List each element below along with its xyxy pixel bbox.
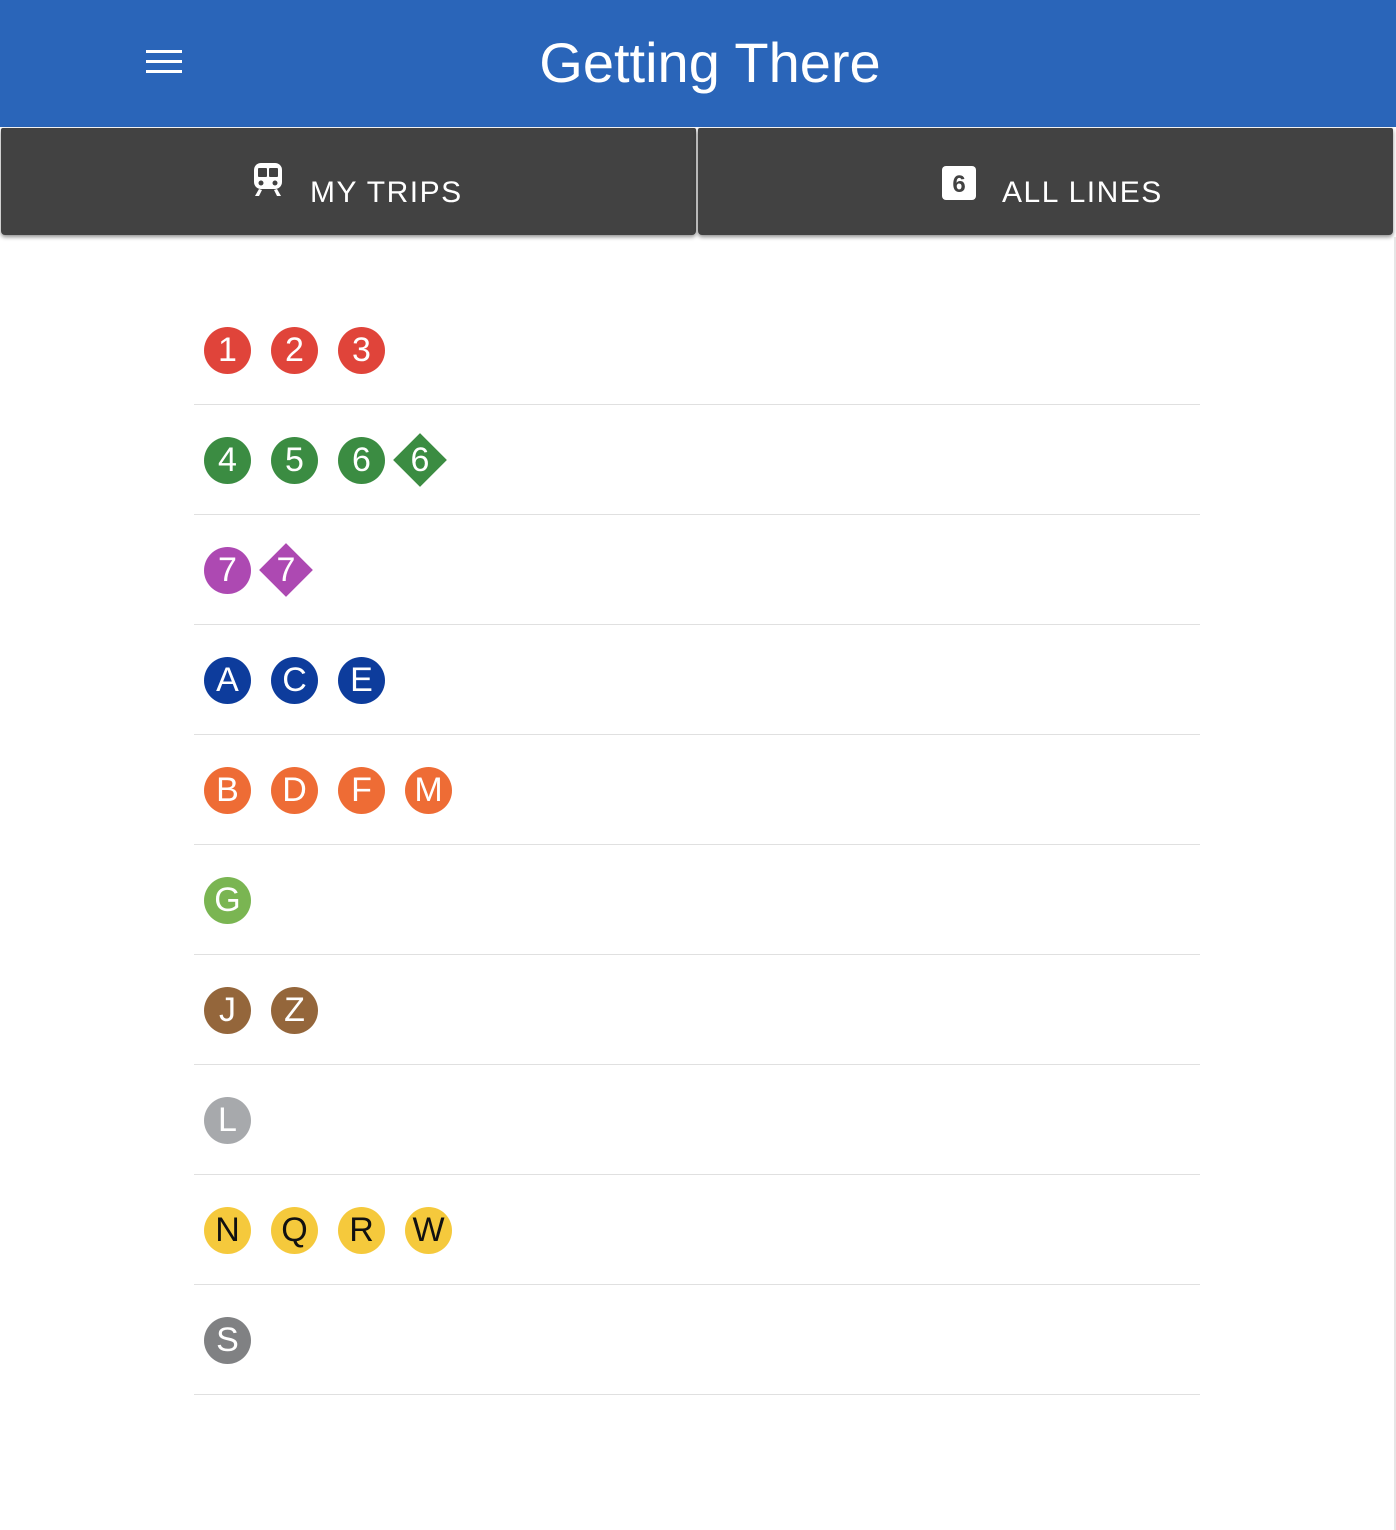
app-bar: Getting There xyxy=(0,0,1396,127)
train-icon xyxy=(251,162,285,203)
route-bullet: 4 xyxy=(204,436,251,484)
route-bullet: 5 xyxy=(271,436,318,484)
route-bullet: 6 xyxy=(338,436,385,484)
route-bullet: Q xyxy=(271,1206,318,1254)
route-bullet: W xyxy=(405,1206,452,1254)
line-group-row[interactable]: 77 xyxy=(194,515,1200,625)
route-bullet: 2 xyxy=(271,326,318,374)
bullet-label: 6 xyxy=(410,441,430,479)
route-bullet: N xyxy=(204,1206,251,1254)
tab-bar: MY TRIPS 6 ALL LINES xyxy=(0,127,1396,237)
bullet-label: 7 xyxy=(276,551,296,589)
route-bullet: 1 xyxy=(204,326,251,374)
tab-my-trips[interactable]: MY TRIPS xyxy=(1,128,696,235)
route-bullet: Z xyxy=(271,986,318,1034)
line-group-row[interactable]: NQRW xyxy=(194,1175,1200,1285)
route-bullet: 3 xyxy=(338,326,385,374)
line-bullets: 123 xyxy=(204,326,405,374)
line-bullets: BDFM xyxy=(204,766,472,814)
route-bullet: E xyxy=(338,656,385,704)
line-group-row[interactable]: L xyxy=(194,1065,1200,1175)
express-diamond-bullet: 6 xyxy=(393,433,447,487)
route-bullet: C xyxy=(271,656,318,704)
tab-all-lines-label: ALL LINES xyxy=(1002,176,1163,209)
line-group-row[interactable]: 123 xyxy=(194,295,1200,405)
route-bullet: D xyxy=(271,766,318,814)
route-bullet: R xyxy=(338,1206,385,1254)
line-bullets: ACE xyxy=(204,656,405,704)
line-group-row[interactable]: S xyxy=(194,1285,1200,1395)
line-bullets: L xyxy=(204,1096,271,1144)
line-group-row[interactable]: ACE xyxy=(194,625,1200,735)
subway-lines-list: 123456677ACEBDFMGJZLNQRWS xyxy=(194,295,1200,1395)
tab-my-trips-label: MY TRIPS xyxy=(310,176,463,209)
route-bullet: M xyxy=(405,766,452,814)
route-6-badge-text: 6 xyxy=(952,171,965,198)
route-bullet: B xyxy=(204,766,251,814)
route-bullet: L xyxy=(204,1096,251,1144)
route-6-badge-icon: 6 xyxy=(942,166,976,205)
line-bullets: 77 xyxy=(204,543,333,597)
route-bullet: A xyxy=(204,656,251,704)
line-group-row[interactable]: BDFM xyxy=(194,735,1200,845)
line-bullets: 4566 xyxy=(204,433,467,487)
route-bullet: J xyxy=(204,986,251,1034)
line-bullets: JZ xyxy=(204,986,338,1034)
route-bullet: G xyxy=(204,876,251,924)
app-title: Getting There xyxy=(539,31,881,94)
line-bullets: S xyxy=(204,1316,271,1364)
line-group-row[interactable]: JZ xyxy=(194,955,1200,1065)
route-bullet: F xyxy=(338,766,385,814)
tab-all-lines[interactable]: 6 ALL LINES xyxy=(698,128,1393,235)
route-bullet: 7 xyxy=(204,546,251,594)
route-bullet: S xyxy=(204,1316,251,1364)
line-group-row[interactable]: G xyxy=(194,845,1200,955)
line-bullets: G xyxy=(204,876,271,924)
line-bullets: NQRW xyxy=(204,1206,472,1254)
line-group-row[interactable]: 4566 xyxy=(194,405,1200,515)
express-diamond-bullet: 7 xyxy=(259,543,313,597)
